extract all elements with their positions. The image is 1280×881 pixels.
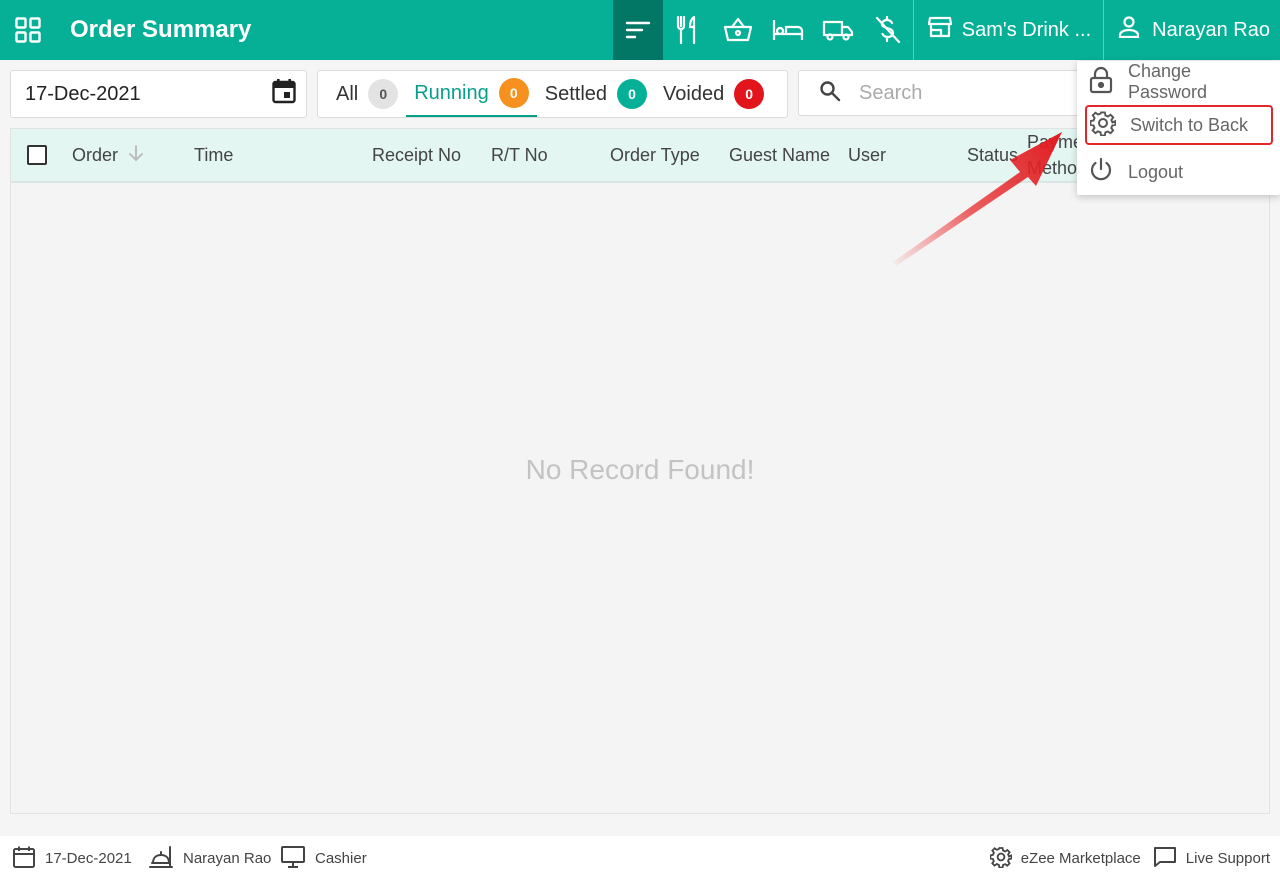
dine-in-icon[interactable] (663, 0, 713, 60)
ezee-marketplace-label: eZee Marketplace (1020, 850, 1141, 867)
menu-switch-to-back-label: Switch to Back (1130, 114, 1249, 135)
search-input[interactable] (859, 81, 1059, 105)
ezee-marketplace-link[interactable]: eZee Marketplace (989, 846, 1141, 872)
menu-logout[interactable]: Logout (1085, 152, 1273, 192)
search-box (798, 70, 1098, 116)
footer-user-label: Narayan Rao (183, 850, 272, 867)
user-icon (1118, 16, 1140, 44)
chat-icon (1153, 846, 1177, 872)
tab-all-count: 0 (368, 79, 399, 109)
column-guest-name[interactable]: Guest Name (729, 129, 830, 181)
column-payment-method[interactable]: Payme Metho (1027, 129, 1083, 181)
live-support-link[interactable]: Live Support (1153, 846, 1270, 872)
tab-all[interactable]: All 0 (328, 71, 406, 117)
menu-logout-label: Logout (1128, 161, 1184, 182)
menu-switch-to-back[interactable]: Switch to Back (1085, 105, 1273, 145)
column-order-type[interactable]: Order Type (610, 129, 700, 181)
status-bar: 17-Dec-2021 Narayan Rao Cashier eZee Mar… (0, 836, 1280, 881)
delivery-icon[interactable] (813, 0, 863, 60)
column-receipt-no[interactable]: Receipt No (372, 129, 461, 181)
tab-voided-label: Voided (663, 82, 725, 105)
column-payment-label-2: Metho (1027, 158, 1078, 178)
top-bar: Order Summary Sam's Drink ... Narayan Ra… (0, 0, 1280, 60)
user-name: Narayan Rao (1152, 18, 1270, 41)
tab-voided[interactable]: Voided 0 (655, 71, 772, 117)
tab-settled[interactable]: Settled 0 (537, 71, 655, 117)
select-all-checkbox[interactable] (27, 129, 47, 181)
empty-state-message: No Record Found! (525, 454, 755, 485)
column-payment-label-1: Payme (1027, 132, 1084, 152)
apps-grid-icon[interactable] (0, 0, 56, 60)
gear-icon (989, 846, 1013, 872)
footer-role: Cashier (280, 845, 367, 873)
column-order[interactable]: Order (72, 129, 144, 181)
power-icon (1088, 157, 1114, 188)
outlet-selector[interactable]: Sam's Drink ... (914, 0, 1103, 60)
tab-running-count: 0 (498, 78, 529, 108)
tab-settled-count: 0 (617, 79, 648, 109)
page-title: Order Summary (70, 16, 252, 43)
date-picker[interactable]: 17-Dec-2021 (10, 70, 307, 118)
tab-all-label: All (336, 82, 359, 105)
orders-list-icon[interactable] (612, 0, 663, 60)
live-support-label: Live Support (1185, 850, 1270, 867)
column-user[interactable]: User (848, 129, 886, 181)
lock-icon (1088, 66, 1114, 99)
calendar-icon[interactable] (272, 78, 296, 110)
column-status[interactable]: Status (967, 129, 1018, 181)
footer-role-label: Cashier (315, 850, 367, 867)
tab-running[interactable]: Running 0 (406, 71, 537, 117)
status-tabs: All 0 Running 0 Settled 0 Voided 0 (317, 70, 788, 118)
menu-change-password[interactable]: Change Password (1085, 61, 1273, 102)
column-order-label: Order (72, 144, 119, 165)
outlet-name: Sam's Drink ... (961, 18, 1092, 41)
column-time[interactable]: Time (194, 129, 233, 181)
calendar-icon (12, 845, 36, 873)
column-rt-no[interactable]: R/T No (491, 129, 548, 181)
store-icon (927, 16, 952, 44)
user-menu-button[interactable]: Narayan Rao (1104, 0, 1280, 60)
footer-date-label: 17-Dec-2021 (45, 850, 132, 867)
search-icon (819, 80, 841, 107)
tab-voided-count: 0 (734, 79, 765, 109)
no-payment-icon[interactable] (863, 0, 913, 60)
date-value: 17-Dec-2021 (25, 82, 141, 105)
user-dropdown-menu: Change Password Switch to Back Logout (1077, 61, 1280, 195)
sort-down-arrow-icon[interactable] (128, 144, 144, 167)
cashier-user-icon (148, 845, 174, 873)
tab-settled-label: Settled (544, 82, 608, 105)
room-service-icon[interactable] (763, 0, 813, 60)
menu-change-password-label: Change Password (1128, 61, 1208, 102)
basket-icon[interactable] (713, 0, 763, 60)
gear-icon (1089, 110, 1117, 141)
tab-running-label: Running (414, 81, 489, 104)
footer-date: 17-Dec-2021 (12, 845, 132, 873)
monitor-icon (280, 845, 306, 873)
footer-user: Narayan Rao (148, 845, 271, 873)
orders-table: Order Time Receipt No R/T No Order Type … (10, 128, 1270, 814)
